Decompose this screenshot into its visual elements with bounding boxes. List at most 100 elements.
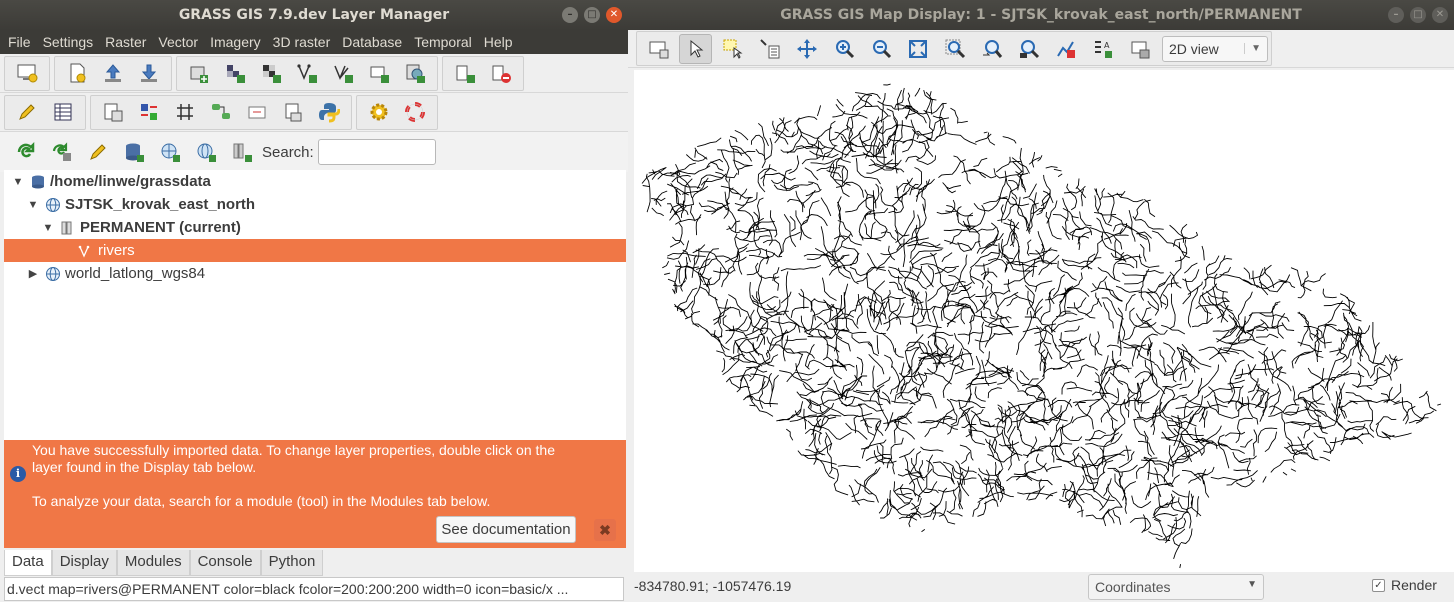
tab-data[interactable]: Data <box>4 550 52 576</box>
map-display-titlebar: GRASS GIS Map Display: 1 - SJTSK_krovak_… <box>628 0 1454 30</box>
tree-node-grassdb[interactable]: ▼ /home/linwe/grassdata <box>4 170 626 193</box>
render-toggle[interactable]: ✓ Render <box>1372 577 1437 593</box>
minimize-button[interactable]: – <box>1388 7 1404 23</box>
tab-display[interactable]: Display <box>51 550 117 576</box>
add-group-button[interactable] <box>449 58 481 88</box>
zoom-out-icon <box>872 39 891 58</box>
new-map-display-button[interactable] <box>11 58 43 88</box>
menu-database[interactable]: Database <box>336 34 408 50</box>
globe-add-icon <box>161 143 180 162</box>
menu-imagery[interactable]: Imagery <box>204 34 267 50</box>
add-web-service-button[interactable] <box>399 58 431 88</box>
analyze-button[interactable] <box>1049 34 1082 64</box>
menu-file[interactable]: File <box>2 34 37 50</box>
pointer-tool-button[interactable] <box>679 33 712 64</box>
menu-vector[interactable]: Vector <box>152 34 204 50</box>
settings-button[interactable] <box>363 97 395 127</box>
edit-vector-button[interactable] <box>11 97 43 127</box>
tree-node-other-location[interactable]: ▶ world_latlong_wgs84 <box>4 262 626 285</box>
help-button[interactable] <box>399 97 431 127</box>
collapse-arrow-icon[interactable]: ▼ <box>12 176 24 188</box>
window-controls: – □ ✕ <box>562 7 622 23</box>
tab-modules[interactable]: Modules <box>116 550 190 576</box>
add-vector-button[interactable] <box>291 58 323 88</box>
vdigit-button[interactable] <box>277 97 309 127</box>
toolbar-group-display <box>4 55 50 91</box>
modeler-button[interactable] <box>205 97 237 127</box>
tab-python[interactable]: Python <box>260 550 324 576</box>
toolbar-group-layers <box>176 55 438 91</box>
select-box-icon <box>723 39 743 59</box>
save-workspace-button[interactable] <box>133 58 165 88</box>
tree-node-location[interactable]: ▼ SJTSK_krovak_east_north <box>4 193 626 216</box>
add-raster-map-button[interactable] <box>255 58 287 88</box>
zoom-menu-button[interactable] <box>1012 34 1045 64</box>
minimize-button[interactable]: – <box>562 7 578 23</box>
location-label: SJTSK_krovak_east_north <box>65 196 256 213</box>
add-raster-button[interactable] <box>183 58 215 88</box>
database-icon <box>30 174 46 190</box>
add-grassdb-button[interactable] <box>119 137 149 167</box>
maximize-button[interactable]: □ <box>584 7 600 23</box>
zoom-extent-button[interactable] <box>901 34 934 64</box>
menu-raster[interactable]: Raster <box>99 34 152 50</box>
see-documentation-button[interactable]: See documentation <box>436 516 576 543</box>
georectifier-gcp-button[interactable] <box>241 97 273 127</box>
menu-help[interactable]: Help <box>478 34 519 50</box>
open-workspace-button[interactable] <box>97 58 129 88</box>
map-canvas[interactable] <box>634 70 1454 572</box>
graphical-modeler-button[interactable] <box>169 97 201 127</box>
save-display-button[interactable] <box>1123 34 1156 64</box>
mapset-icon <box>60 220 76 236</box>
add-overlay-button[interactable] <box>363 58 395 88</box>
maximize-button[interactable]: □ <box>1410 7 1426 23</box>
toolbar-group-tools <box>90 94 352 130</box>
zoom-in-button[interactable] <box>827 34 860 64</box>
tree-node-mapset[interactable]: ▼ PERMANENT (current) <box>4 216 626 239</box>
menu-settings[interactable]: Settings <box>37 34 100 50</box>
render-checkbox[interactable]: ✓ <box>1372 578 1385 592</box>
menu-3d-raster[interactable]: 3D raster <box>267 34 337 50</box>
upload-icon <box>105 64 121 82</box>
render-map-button[interactable] <box>642 34 675 64</box>
tree-node-layer-rivers[interactable]: rivers <box>4 239 626 262</box>
tab-console[interactable]: Console <box>189 550 261 576</box>
edit-mode-button[interactable] <box>83 137 113 167</box>
remove-layer-button[interactable] <box>485 58 517 88</box>
python-shell-button[interactable] <box>313 97 345 127</box>
reload-mapset-button[interactable] <box>47 137 77 167</box>
add-various-raster-button[interactable] <box>219 58 251 88</box>
cartographic-composer-button[interactable] <box>97 97 129 127</box>
collapse-arrow-icon[interactable]: ▼ <box>27 199 39 211</box>
select-tool-button[interactable] <box>716 34 749 64</box>
menu-temporal[interactable]: Temporal <box>408 34 478 50</box>
view-mode-select[interactable]: 2D view ▼ <box>1162 35 1268 62</box>
reload-tree-button[interactable] <box>11 137 41 167</box>
add-map-elements-button[interactable]: A <box>1086 34 1119 64</box>
command-status-line: d.vect map=rivers@PERMANENT color=black … <box>4 577 624 601</box>
zoom-back-button[interactable] <box>975 34 1008 64</box>
close-button[interactable]: ✕ <box>606 7 622 23</box>
attribute-table-button[interactable] <box>47 97 79 127</box>
pan-icon <box>796 38 817 59</box>
close-button[interactable]: ✕ <box>1432 7 1448 23</box>
status-mode-select[interactable]: Coordinates ▼ <box>1088 574 1264 600</box>
create-folder-button[interactable] <box>227 137 257 167</box>
georectifier-button[interactable] <box>133 97 165 127</box>
analyze-icon <box>1056 40 1075 58</box>
create-mapset-button[interactable] <box>191 137 221 167</box>
expand-arrow-icon[interactable]: ▶ <box>27 267 39 280</box>
new-workspace-button[interactable] <box>61 58 93 88</box>
collapse-arrow-icon[interactable]: ▼ <box>42 222 54 234</box>
add-various-vector-button[interactable] <box>327 58 359 88</box>
pointer-icon <box>690 39 703 58</box>
pan-tool-button[interactable] <box>790 34 823 64</box>
search-input[interactable] <box>317 139 436 165</box>
zoom-back-icon <box>982 39 1002 58</box>
close-info-icon[interactable]: ✖ <box>594 519 616 541</box>
zoom-out-button[interactable] <box>864 34 897 64</box>
zoom-region-button[interactable] <box>938 34 971 64</box>
query-tool-button[interactable] <box>753 34 786 64</box>
toolbar-group-settings <box>356 94 438 130</box>
create-location-button[interactable] <box>155 137 185 167</box>
